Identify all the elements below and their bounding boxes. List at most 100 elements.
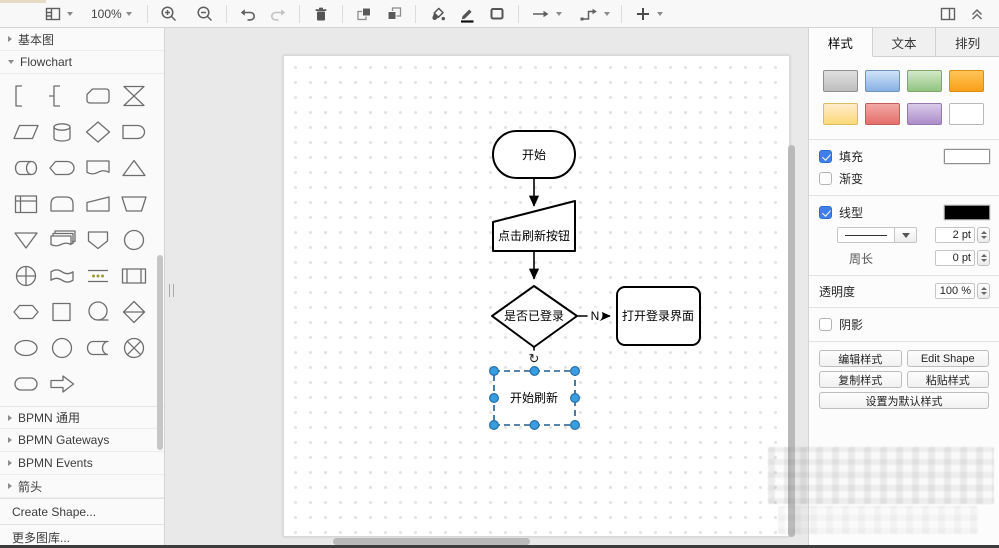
section-label: 基本图	[18, 32, 55, 47]
shape-multi-document[interactable]	[44, 222, 80, 258]
set-default-style-button[interactable]: 设置为默认样式	[819, 392, 989, 409]
opacity-input[interactable]: 100 %	[935, 283, 975, 299]
page-view-button[interactable]	[38, 2, 78, 26]
style-preset-purple[interactable]	[907, 103, 942, 125]
opacity-stepper[interactable]	[977, 283, 990, 299]
flowchart-diagram: 开始 点击刷新按钮 是否已登录 N 打开登录界面 ↻ 开始刷新	[489, 130, 701, 431]
style-preset-yellow[interactable]	[823, 103, 858, 125]
shape-merge[interactable]	[8, 222, 44, 258]
stepper-up-icon	[980, 231, 987, 234]
style-preset-orange[interactable]	[949, 70, 984, 92]
waypoint-style-button[interactable]	[573, 2, 615, 26]
sidebar-section-bpmn-events[interactable]: BPMN Events	[0, 452, 164, 475]
line-style-dropdown-button[interactable]	[895, 227, 917, 243]
zoom-out-button[interactable]	[190, 2, 220, 26]
tab-arrange[interactable]: 排列	[936, 28, 999, 56]
shape-arrow[interactable]	[44, 366, 80, 402]
line-color-button[interactable]	[452, 2, 482, 26]
sort-icon	[122, 300, 146, 324]
zoom-level-dropdown[interactable]: 100%	[86, 2, 137, 26]
create-shape-link[interactable]: Create Shape...	[0, 498, 164, 524]
edit-style-button[interactable]: 编辑样式	[819, 350, 902, 367]
shape-sort[interactable]	[116, 294, 152, 330]
shape-extract[interactable]	[116, 150, 152, 186]
shape-off-page-connector[interactable]	[80, 222, 116, 258]
sidebar-scrollbar[interactable]	[157, 255, 163, 450]
fill-color-swatch[interactable]	[944, 148, 990, 164]
to-front-button[interactable]	[349, 2, 379, 26]
sidebar-section-basic[interactable]: 基本图	[0, 28, 164, 51]
zoom-in-button[interactable]	[154, 2, 184, 26]
perimeter-input[interactable]: 0 pt	[935, 250, 975, 266]
shape-manual-input[interactable]	[80, 186, 116, 222]
canvas-horizontal-scrollbar[interactable]	[333, 538, 530, 545]
shape-summing-junction[interactable]	[116, 330, 152, 366]
line-style-dropdown[interactable]	[837, 227, 895, 243]
parallel-mode-icon	[88, 269, 108, 283]
shape-circle[interactable]	[44, 330, 80, 366]
shape-data[interactable]	[8, 114, 44, 150]
tab-style[interactable]: 样式	[809, 28, 873, 57]
edit-shape-button[interactable]: Edit Shape	[906, 350, 989, 367]
insert-button[interactable]	[628, 2, 668, 26]
redo-button[interactable]	[263, 2, 293, 26]
shape-database[interactable]	[44, 114, 80, 150]
shape-decision[interactable]	[80, 114, 116, 150]
shape-loop-limit[interactable]	[8, 78, 44, 114]
line-width-stepper[interactable]	[977, 227, 990, 243]
style-preset-gray[interactable]	[823, 70, 858, 92]
shape-stored-data[interactable]	[80, 330, 116, 366]
shape-internal-storage[interactable]	[8, 186, 44, 222]
shape-stored-data-arc[interactable]	[44, 186, 80, 222]
shape-predefined-process[interactable]	[116, 258, 152, 294]
shape-ellipse[interactable]	[8, 330, 44, 366]
canvas-vertical-scrollbar[interactable]	[788, 145, 795, 537]
delete-button[interactable]	[306, 2, 336, 26]
paste-style-button[interactable]: 粘贴样式	[906, 371, 989, 388]
tab-text[interactable]: 文本	[872, 28, 937, 56]
edge-label-n[interactable]: N	[591, 309, 600, 323]
shape-terminator[interactable]	[8, 366, 44, 402]
shape-display[interactable]	[44, 150, 80, 186]
rotate-handle-icon[interactable]: ↻	[529, 351, 540, 366]
copy-style-button[interactable]: 复制样式	[819, 371, 902, 388]
line-width-input[interactable]: 2 pt	[935, 227, 975, 243]
shape-direct-access-storage[interactable]	[8, 150, 44, 186]
shape-connector[interactable]	[116, 222, 152, 258]
shadow-checkbox[interactable]	[819, 317, 832, 331]
shape-process[interactable]	[44, 294, 80, 330]
sidebar-section-flowchart[interactable]: Flowchart	[0, 51, 164, 74]
fill-color-button[interactable]	[422, 2, 452, 26]
line-color-swatch[interactable]	[944, 204, 990, 220]
shape-delay[interactable]	[116, 114, 152, 150]
line-checkbox[interactable]	[819, 205, 832, 219]
sidebar-section-arrows[interactable]: 箭头	[0, 475, 164, 498]
shape-card[interactable]	[80, 78, 116, 114]
format-panel-toggle[interactable]	[933, 2, 963, 26]
shape-paper-tape[interactable]	[44, 258, 80, 294]
shape-parallel-mode[interactable]	[80, 258, 116, 294]
undo-button[interactable]	[233, 2, 263, 26]
style-preset-white[interactable]	[949, 103, 984, 125]
gradient-checkbox[interactable]	[819, 171, 832, 185]
sidebar-section-bpmn-gateways[interactable]: BPMN Gateways	[0, 429, 164, 452]
style-preset-red[interactable]	[865, 103, 900, 125]
collapse-toolbar-button[interactable]	[963, 2, 991, 26]
fill-checkbox[interactable]	[819, 149, 832, 163]
perimeter-stepper[interactable]	[977, 250, 990, 266]
shape-or[interactable]	[8, 258, 44, 294]
to-back-button[interactable]	[379, 2, 409, 26]
style-preset-green[interactable]	[907, 70, 942, 92]
shape-collate[interactable]	[116, 78, 152, 114]
shape-sequential-data[interactable]	[80, 294, 116, 330]
shape-preparation[interactable]	[8, 294, 44, 330]
style-preset-blue[interactable]	[865, 70, 900, 92]
connection-style-button[interactable]	[525, 2, 567, 26]
shape-manual-operation[interactable]	[116, 186, 152, 222]
node-click-refresh[interactable]	[492, 200, 576, 252]
shadow-button[interactable]	[482, 2, 512, 26]
diagram-canvas[interactable]: 开始 点击刷新按钮 是否已登录 N 打开登录界面 ↻ 开始刷新	[165, 28, 808, 548]
shape-annotation[interactable]	[44, 78, 80, 114]
sidebar-section-bpmn-general[interactable]: BPMN 通用	[0, 406, 164, 429]
shape-document[interactable]	[80, 150, 116, 186]
